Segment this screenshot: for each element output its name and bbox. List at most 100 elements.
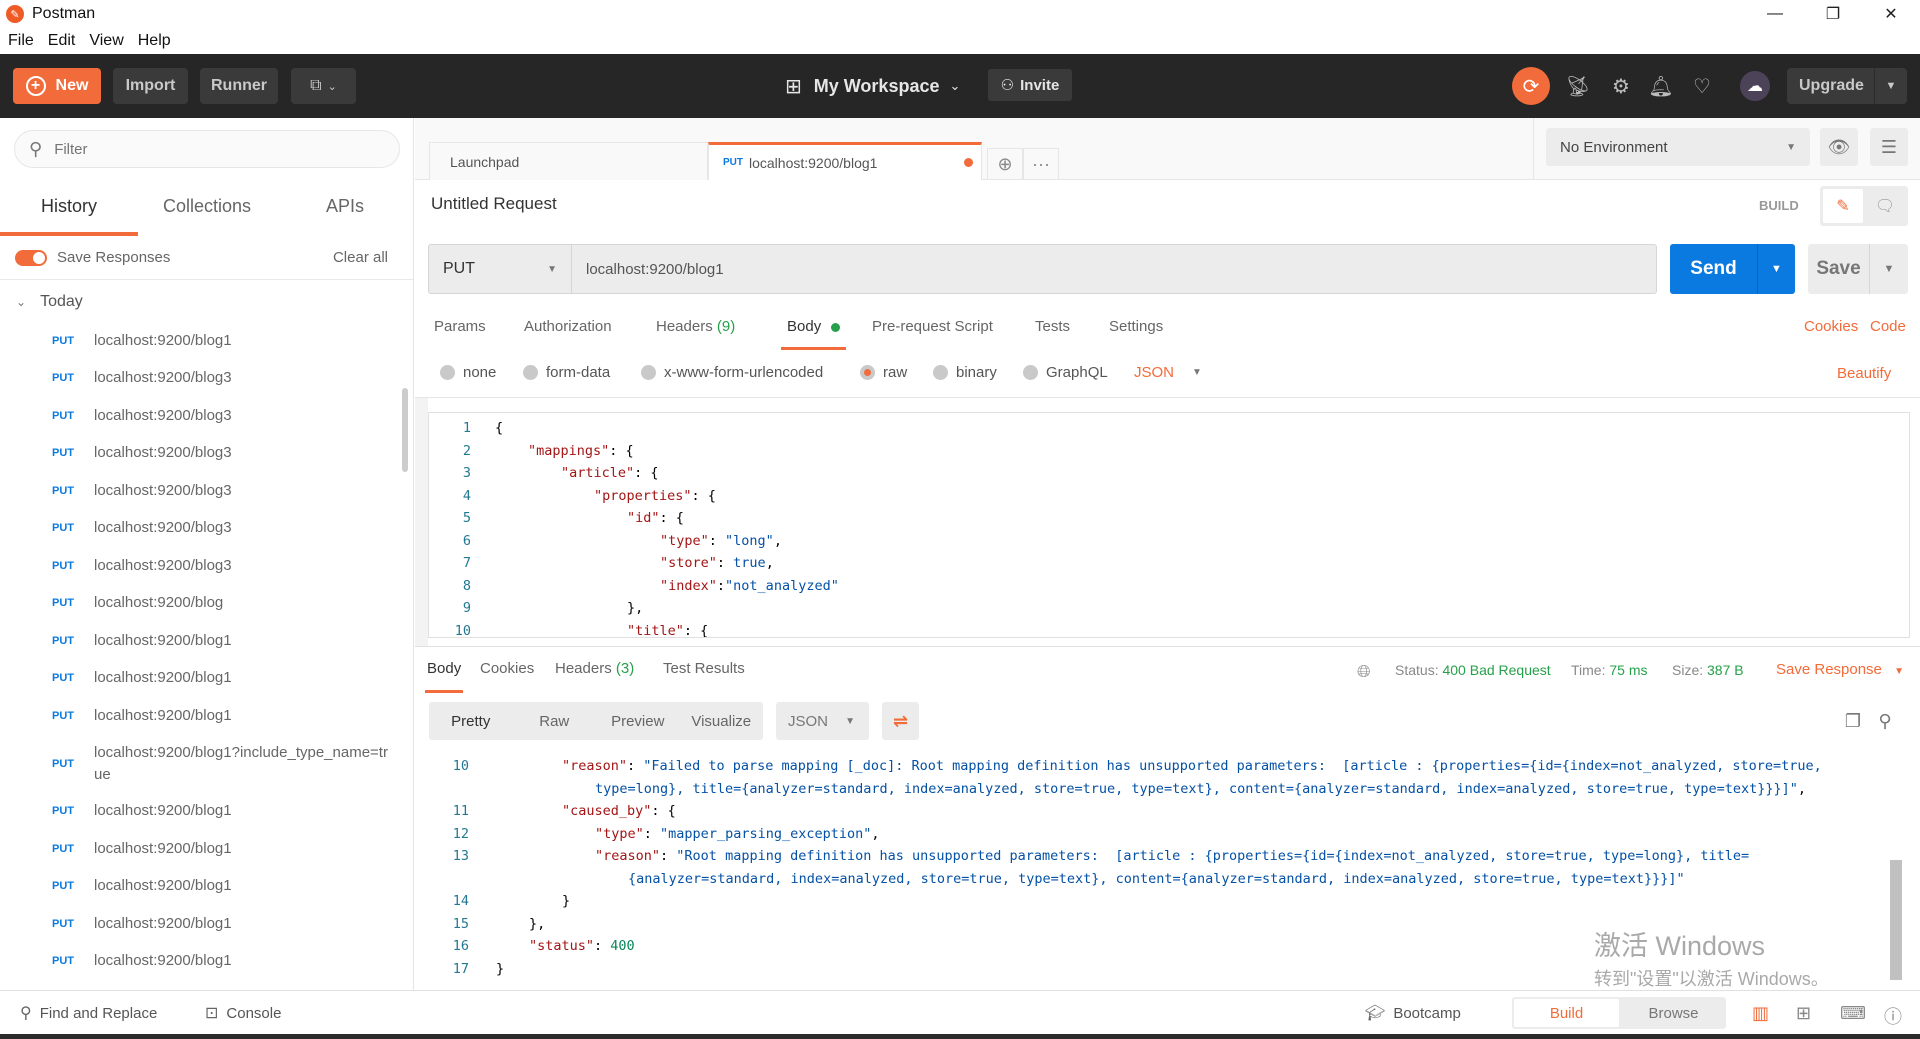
send-label[interactable]: Send: [1670, 244, 1758, 294]
tab-headers[interactable]: Headers (9): [656, 318, 735, 350]
browse-mode-button[interactable]: Browse: [1621, 997, 1726, 1029]
history-item[interactable]: PUTlocalhost:9200/blog1: [0, 622, 400, 660]
cloud-icon[interactable]: ☁: [1740, 71, 1770, 101]
import-button[interactable]: Import: [113, 68, 188, 104]
runner-button[interactable]: Runner: [200, 68, 278, 104]
history-item[interactable]: PUT localhost:9200/blog1?include_type_nam…: [0, 735, 400, 793]
wrap-lines-icon[interactable]: ⇌: [882, 702, 919, 740]
request-body-editor[interactable]: 1{2 "mappings": {3 "article": {4 "propertie…: [428, 412, 1910, 638]
settings-sliders-icon[interactable]: ☰: [1870, 128, 1908, 166]
history-item[interactable]: PUT localhost:9200/blog: [0, 585, 400, 623]
sync-icon[interactable]: ⟳: [1512, 67, 1550, 105]
history-item[interactable]: PUT localhost:9200/blog3: [0, 435, 400, 473]
pencil-icon[interactable]: ✎: [1823, 189, 1863, 223]
add-tab-button[interactable]: ⊕: [987, 148, 1023, 180]
send-caret-icon[interactable]: ▼: [1758, 244, 1795, 294]
history-item[interactable]: PUTlocalhost:9200/blog1: [0, 660, 400, 698]
view-preview[interactable]: Preview: [596, 702, 680, 740]
bell-icon[interactable]: 🔔︎: [1645, 70, 1677, 102]
workspace-selector[interactable]: ⊞ My Workspace ⌄: [785, 68, 960, 104]
send-button[interactable]: Send ▼: [1670, 244, 1795, 294]
heart-icon[interactable]: ♡: [1686, 70, 1718, 102]
response-tab-test-results[interactable]: Test Results: [663, 660, 745, 693]
history-item[interactable]: PUT localhost:9200/blog3: [0, 472, 400, 510]
close-button[interactable]: ✕: [1862, 0, 1920, 28]
save-button[interactable]: Save ▼: [1808, 244, 1908, 294]
body-type-binary[interactable]: binary: [933, 364, 997, 381]
save-label[interactable]: Save: [1808, 244, 1870, 294]
comment-icon[interactable]: 🗨︎: [1865, 189, 1905, 223]
history-item[interactable]: PUTlocalhost:9200/blog1: [0, 980, 400, 991]
console-button[interactable]: ⊡ Console: [205, 1003, 281, 1023]
url-input[interactable]: [572, 245, 1656, 293]
upgrade-button[interactable]: Upgrade ▼: [1787, 68, 1907, 104]
method-select[interactable]: PUT ▼: [429, 245, 572, 293]
bootcamp-button[interactable]: 🎓︎ Bootcamp: [1365, 1003, 1461, 1023]
two-pane-icon[interactable]: ▥: [1752, 1003, 1769, 1024]
upgrade-caret-icon[interactable]: ▼: [1874, 68, 1907, 104]
tab-body[interactable]: Body: [781, 318, 847, 350]
body-type-form-data[interactable]: form-data: [523, 364, 610, 381]
menu-view[interactable]: View: [89, 32, 123, 50]
history-item[interactable]: PUT localhost:9200/blog3: [0, 547, 400, 585]
tab-launchpad[interactable]: Launchpad: [429, 142, 708, 180]
satellite-icon[interactable]: 📡︎: [1562, 70, 1594, 102]
search-icon[interactable]: ⚲: [1870, 706, 1900, 736]
save-caret-icon[interactable]: ▼: [1870, 244, 1908, 294]
keyboard-icon[interactable]: ⌨: [1840, 1003, 1866, 1024]
view-raw[interactable]: Raw: [513, 702, 597, 740]
history-item[interactable]: PUT localhost:9200/blog3: [0, 360, 400, 398]
eye-icon[interactable]: 👁︎: [1820, 128, 1858, 166]
history-item[interactable]: PUTlocalhost:9200/blog1: [0, 697, 400, 735]
body-type-raw[interactable]: raw: [860, 364, 907, 381]
tab-active-request[interactable]: PUT localhost:9200/blog1: [708, 142, 982, 180]
tab-settings[interactable]: Settings: [1109, 318, 1163, 350]
tab-authorization[interactable]: Authorization: [524, 318, 612, 350]
environment-select[interactable]: No Environment ▼: [1546, 128, 1810, 166]
view-visualize[interactable]: Visualize: [680, 702, 764, 740]
response-divider[interactable]: [415, 646, 1920, 647]
tab-tests[interactable]: Tests: [1035, 318, 1070, 350]
globe-icon[interactable]: 🌐︎: [1357, 662, 1371, 682]
history-item[interactable]: PUTlocalhost:9200/blog1: [0, 830, 400, 868]
editor-scrollbar[interactable]: [1891, 413, 1899, 637]
view-pretty[interactable]: Pretty: [429, 702, 513, 740]
response-format-select[interactable]: JSON ▼: [776, 702, 869, 740]
menu-help[interactable]: Help: [138, 32, 171, 50]
copy-icon[interactable]: ❐: [1838, 706, 1868, 736]
response-scrollbar[interactable]: [1890, 860, 1902, 980]
new-button[interactable]: + New: [13, 68, 101, 104]
save-responses-toggle[interactable]: [15, 249, 47, 266]
gear-icon[interactable]: ⚙: [1605, 70, 1637, 102]
history-item[interactable]: PUTlocalhost:9200/blog1: [0, 793, 400, 831]
cookies-link[interactable]: Cookies: [1804, 318, 1858, 335]
tab-collections[interactable]: Collections: [138, 184, 276, 236]
response-tab-body[interactable]: Body: [425, 660, 464, 693]
invite-button[interactable]: ⚇ Invite: [988, 69, 1072, 101]
history-item[interactable]: PUTlocalhost:9200/blog1: [0, 905, 400, 943]
tab-params[interactable]: Params: [434, 318, 486, 350]
beautify-link[interactable]: Beautify: [1837, 365, 1891, 382]
body-type-none[interactable]: none: [440, 364, 496, 381]
build-mode-button[interactable]: Build: [1514, 999, 1619, 1027]
response-tab-cookies[interactable]: Cookies: [480, 660, 534, 693]
new-window-button[interactable]: ⧉ ⌄: [291, 68, 356, 104]
tab-apis[interactable]: APIs: [276, 184, 414, 236]
layout-icon[interactable]: ⊞: [1796, 1003, 1811, 1024]
history-item[interactable]: PUTlocalhost:9200/blog1: [0, 868, 400, 906]
tab-pre-request-script[interactable]: Pre-request Script: [872, 318, 993, 350]
history-group-today[interactable]: ⌄ Today: [0, 282, 400, 322]
save-response-button[interactable]: Save Response ▼: [1776, 661, 1904, 678]
menu-file[interactable]: File: [8, 32, 34, 50]
tab-history[interactable]: History: [0, 184, 138, 236]
body-type-graphql[interactable]: GraphQL: [1023, 364, 1108, 381]
minimize-button[interactable]: —: [1746, 0, 1804, 28]
maximize-button[interactable]: ❐: [1804, 0, 1862, 28]
response-tab-headers[interactable]: Headers (3): [555, 660, 634, 693]
sidebar-scrollbar[interactable]: [402, 388, 408, 472]
history-item[interactable]: PUTlocalhost:9200/blog1: [0, 943, 400, 981]
help-icon[interactable]: ⓘ: [1884, 1003, 1902, 1029]
filter-input[interactable]: [54, 140, 355, 158]
more-tabs-icon[interactable]: ···: [1023, 148, 1059, 180]
history-item[interactable]: PUTlocalhost:9200/blog1: [0, 322, 400, 360]
